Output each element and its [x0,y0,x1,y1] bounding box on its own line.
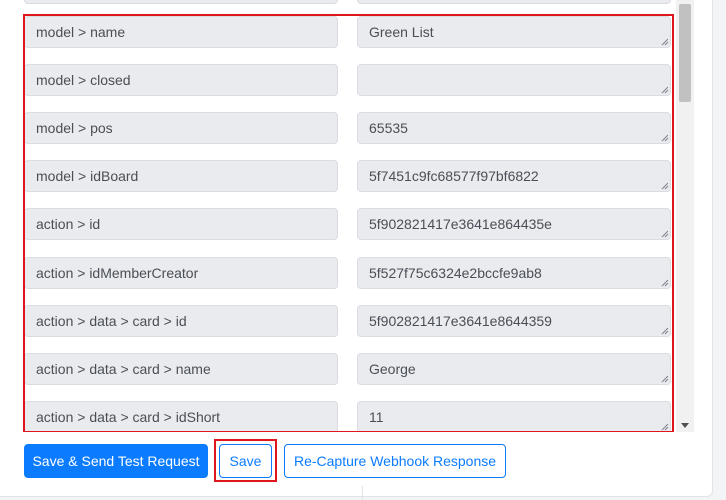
field-value-text: 5f902821417e3641e864435e [369,216,552,232]
resize-grip-icon[interactable] [659,132,669,142]
resize-grip-icon[interactable] [659,84,669,94]
webhook-fields-card: model > name Green List model > closed m… [0,0,713,497]
field-row: action > idMemberCreator 5f527f75c6324e2… [24,257,671,289]
field-key: model > closed [24,64,338,96]
save-button[interactable]: Save [219,444,272,478]
field-value[interactable]: 5f7451c9fc68577f97bf6822 [357,160,671,192]
resize-grip-icon[interactable] [659,421,669,431]
field-row: model > pos 65535 [24,112,671,144]
field-value[interactable] [357,64,671,96]
field-key: action > id [24,208,338,240]
field-row: model > name Green List [24,16,671,48]
field-value-text: Green List [369,24,434,40]
field-value[interactable]: George [357,353,671,385]
field-row: model > closed [24,64,671,96]
field-value[interactable]: Green List [357,16,671,48]
vertical-scrollbar[interactable] [676,0,694,432]
field-value[interactable]: 11 [357,401,671,432]
recapture-webhook-response-button[interactable]: Re-Capture Webhook Response [284,444,506,478]
field-value-text: 11 [369,409,384,425]
field-key: action > idMemberCreator [24,257,338,289]
scroll-down-arrow-icon[interactable] [681,423,689,428]
scrollbar-thumb[interactable] [679,4,691,102]
field-row: action > data > card > name George [24,353,671,385]
field-key: model > idBoard [24,160,338,192]
field-row: action > data > card > idShort 11 [24,401,671,432]
field-key: model > name [24,16,338,48]
resize-grip-icon[interactable] [659,180,669,190]
fields-scroll-area[interactable]: model > name Green List model > closed m… [0,0,694,432]
field-value-partial [357,0,671,4]
resize-grip-icon[interactable] [659,373,669,383]
field-value-text: 5f527f75c6324e2bccfe9ab8 [369,265,542,281]
field-value-text: 5f902821417e3641e8644359 [369,313,552,329]
field-key: action > data > card > id [24,305,338,337]
resize-grip-icon[interactable] [659,36,669,46]
field-value[interactable]: 5f527f75c6324e2bccfe9ab8 [357,257,671,289]
resize-grip-icon[interactable] [659,325,669,335]
field-row: action > id 5f902821417e3641e864435e [24,208,671,240]
field-row: action > data > card > id 5f902821417e36… [24,305,671,337]
field-value-text: George [369,361,416,377]
field-row: model > idBoard 5f7451c9fc68577f97bf6822 [24,160,671,192]
divider [362,486,363,500]
field-value[interactable]: 5f902821417e3641e8644359 [357,305,671,337]
field-value-text: 5f7451c9fc68577f97bf6822 [369,168,539,184]
field-value[interactable]: 65535 [357,112,671,144]
field-key: model > pos [24,112,338,144]
field-key-partial [24,0,338,4]
field-value[interactable]: 5f902821417e3641e864435e [357,208,671,240]
field-key: action > data > card > name [24,353,338,385]
field-key: action > data > card > idShort [24,401,338,432]
resize-grip-icon[interactable] [659,277,669,287]
field-value-text: 65535 [369,120,408,136]
resize-grip-icon[interactable] [659,228,669,238]
save-send-test-request-button[interactable]: Save & Send Test Request [24,444,208,478]
